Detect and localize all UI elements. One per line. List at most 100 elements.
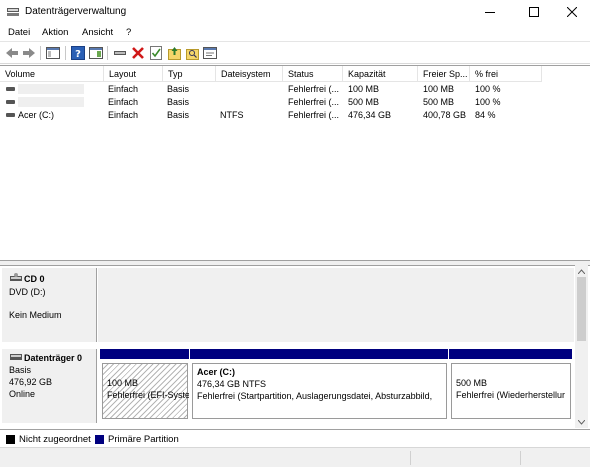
toolbar: ? — [0, 42, 590, 64]
status-divider — [520, 451, 521, 465]
arrow-right-icon — [23, 48, 35, 58]
show-hide-console-tree-button[interactable] — [45, 45, 61, 61]
disk-view-scrollbar[interactable] — [575, 265, 588, 428]
legend-primary: Primäre Partition — [108, 434, 179, 445]
legend-unallocated: Nicht zugeordnet — [19, 434, 91, 445]
volume-row[interactable]: Einfach Basis Fehlerfrei (... 100 MB 100… — [0, 83, 590, 96]
delete-button[interactable] — [130, 45, 146, 61]
drive-connect-icon — [114, 51, 126, 55]
cell-type: Basis — [167, 84, 190, 94]
cell-status: Fehlerfrei (... — [288, 84, 340, 94]
disk-label-disk0[interactable]: Datenträger 0 Basis 476,92 GB Online — [2, 349, 97, 423]
cell-percent-free: 84 % — [475, 110, 496, 120]
cd-name: CD 0 — [24, 274, 45, 284]
column-header-status[interactable]: Status — [283, 66, 343, 82]
partition-size: 500 MB — [456, 378, 488, 388]
partition-body: 100 MB Fehlerfrei (EFI-Syste — [102, 363, 189, 419]
chevron-up-icon — [578, 268, 585, 274]
partition-bar — [449, 349, 572, 359]
back-button[interactable] — [4, 45, 20, 61]
cell-volume: Acer (C:) — [18, 110, 54, 120]
legend-swatch-unallocated — [6, 435, 15, 444]
scroll-down-button[interactable] — [575, 416, 588, 428]
cell-layout: Einfach — [108, 110, 139, 120]
minimize-icon — [485, 12, 495, 13]
status-bar — [0, 447, 590, 467]
cd0-volume-area — [98, 268, 574, 342]
partition-c[interactable]: Acer (C:) 476,34 GB NTFS Fehlerfrei (Sta… — [190, 349, 448, 421]
column-header-volume[interactable]: Volume — [0, 66, 104, 82]
cell-type: Basis — [167, 110, 190, 120]
cell-layout: Einfach — [108, 97, 139, 107]
minimize-button[interactable] — [470, 0, 510, 24]
scroll-up-button[interactable] — [575, 265, 588, 277]
legend: Nicht zugeordnet Primäre Partition — [0, 429, 590, 447]
volume-list: Volume Layout Typ Dateisystem Status Kap… — [0, 65, 590, 261]
chevron-down-icon — [578, 419, 585, 425]
show-action-pane-button[interactable] — [88, 45, 104, 61]
status-divider — [410, 451, 411, 465]
disk-size: 476,92 GB — [9, 377, 53, 387]
column-header-type[interactable]: Typ — [163, 66, 216, 82]
maximize-button[interactable] — [514, 0, 554, 24]
partition-bar — [190, 349, 448, 359]
menu-file[interactable]: Datei — [8, 27, 30, 38]
partition-size: 100 MB — [107, 378, 139, 388]
open-folder-button[interactable] — [166, 45, 182, 61]
svg-text:?: ? — [75, 49, 81, 60]
disk-label-cd0[interactable]: CD 0 DVD (D:) Kein Medium — [2, 268, 97, 342]
arrow-left-icon — [6, 48, 18, 58]
disk-graphical-view: CD 0 DVD (D:) Kein Medium Datenträger 0 … — [0, 265, 590, 428]
partition-size: 476,34 GB NTFS — [197, 379, 267, 389]
drive-icon — [6, 87, 15, 91]
maximize-icon — [529, 7, 539, 17]
menu-bar: Datei Aktion Ansicht ? — [0, 24, 590, 42]
help-button[interactable]: ? — [70, 45, 86, 61]
column-header-percent-free[interactable]: % frei — [470, 66, 542, 82]
window-title: Datenträgerverwaltung — [25, 6, 127, 17]
drive-icon — [6, 100, 15, 104]
column-header-filesystem[interactable]: Dateisystem — [216, 66, 283, 82]
partition-title: Acer (C:) — [197, 367, 236, 377]
partition-status: Fehlerfrei (Wiederherstellur — [456, 390, 566, 400]
volume-name-redacted — [18, 84, 84, 94]
partition-efi[interactable]: 100 MB Fehlerfrei (EFI-Syste — [100, 349, 189, 421]
partition-body: Acer (C:) 476,34 GB NTFS Fehlerfrei (Sta… — [192, 363, 447, 419]
close-button[interactable] — [552, 0, 590, 24]
drive-icon — [6, 113, 15, 117]
column-header-capacity[interactable]: Kapazität — [343, 66, 418, 82]
console-tree-icon — [46, 47, 60, 59]
menu-action[interactable]: Aktion — [42, 27, 68, 38]
disk-management-app-icon — [7, 8, 19, 16]
cell-status: Fehlerfrei (... — [288, 110, 340, 120]
partition-status: Fehlerfrei (EFI-Syste — [107, 390, 189, 400]
cell-status: Fehlerfrei (... — [288, 97, 340, 107]
cell-percent-free: 100 % — [475, 84, 501, 94]
cd-drive-icon — [10, 273, 22, 281]
settings-button[interactable] — [202, 45, 218, 61]
menu-help[interactable]: ? — [126, 27, 131, 38]
folder-up-icon — [167, 47, 181, 60]
toolbar-separator — [65, 46, 66, 60]
toolbar-separator — [107, 46, 108, 60]
properties-button[interactable] — [148, 45, 164, 61]
explore-button[interactable] — [184, 45, 200, 61]
volume-row[interactable]: Einfach Basis Fehlerfrei (... 500 MB 500… — [0, 96, 590, 109]
column-header-free-space[interactable]: Freier Sp... — [418, 66, 470, 82]
forward-button[interactable] — [21, 45, 37, 61]
partition-recovery[interactable]: 500 MB Fehlerfrei (Wiederherstellur — [449, 349, 572, 421]
cd-media-status: Kein Medium — [9, 310, 62, 320]
dialog-settings-icon — [203, 47, 217, 59]
delete-x-icon — [132, 47, 144, 59]
cell-free-space: 100 MB — [423, 84, 455, 94]
action-pane-icon — [89, 47, 103, 59]
volume-row[interactable]: Acer (C:) Einfach Basis NTFS Fehlerfrei … — [0, 109, 590, 122]
connect-drive-button[interactable] — [112, 45, 128, 61]
menu-view[interactable]: Ansicht — [82, 27, 113, 38]
disk-state: Online — [9, 389, 36, 399]
scrollbar-thumb[interactable] — [577, 277, 586, 341]
legend-swatch-primary — [95, 435, 104, 444]
column-header-layout[interactable]: Layout — [104, 66, 163, 82]
toolbar-separator — [40, 46, 41, 60]
folder-search-icon — [185, 49, 199, 60]
